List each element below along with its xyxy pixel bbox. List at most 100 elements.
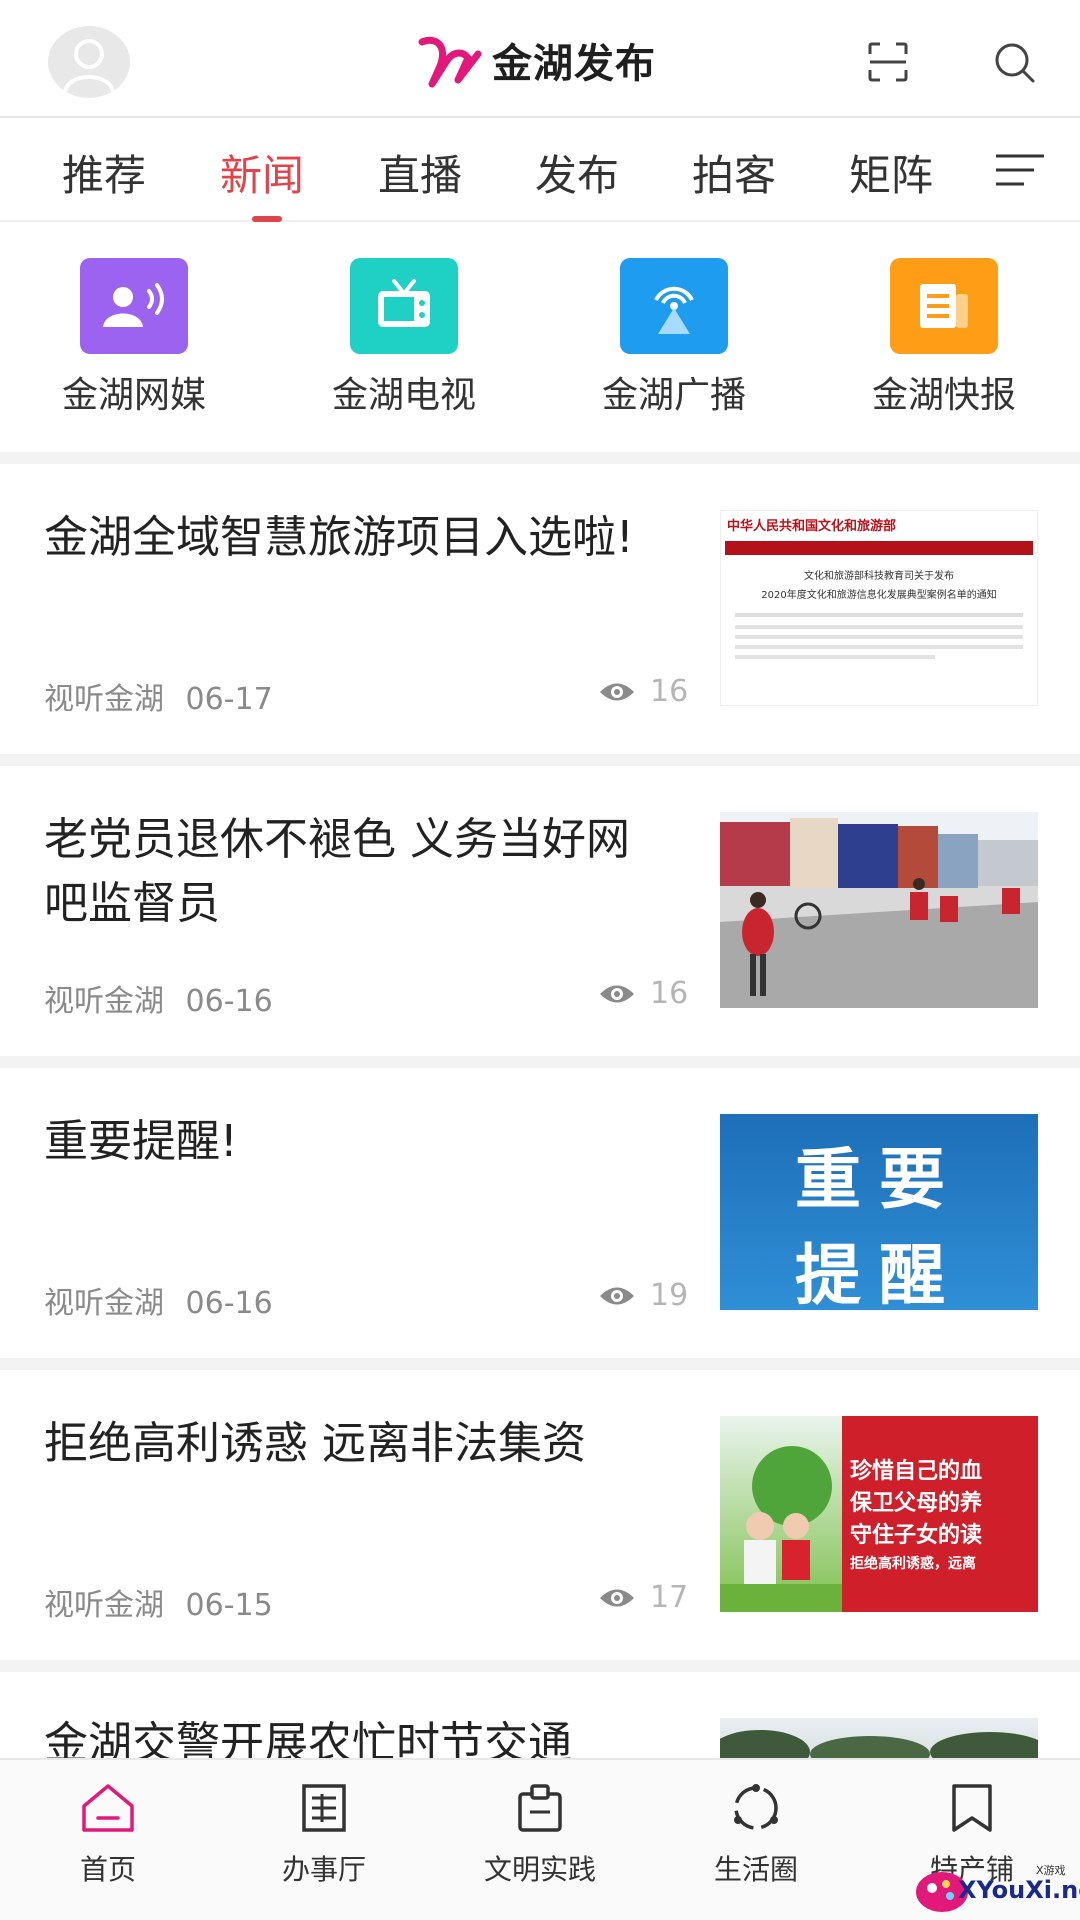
nav-label: 生活圈: [713, 1853, 798, 1886]
news-item[interactable]: 老党员退休不褪色 义务当好网吧监督员 视听金湖 06-16 16: [0, 766, 1080, 1056]
news-views: 16: [598, 674, 688, 709]
app-logo: 金湖发布: [418, 30, 656, 90]
news-item[interactable]: 拒绝高利诱惑 远离非法集资 视听金湖 06-15 17 珍惜自己的血 保卫父母的…: [0, 1370, 1080, 1660]
watermark-small-text: X游戏: [1036, 1864, 1066, 1877]
thumb-line: 重要: [795, 1140, 963, 1218]
news-date: 06-15: [185, 1588, 273, 1623]
news-title[interactable]: 金湖交警开展农忙时节交通: [44, 1712, 664, 1758]
quick-entry-express[interactable]: 金湖快报: [844, 258, 1044, 418]
section-divider: [0, 1358, 1080, 1370]
section-divider: [0, 1056, 1080, 1068]
quick-entry-label: 金湖电视: [331, 375, 476, 416]
tab-matrix[interactable]: 矩阵: [849, 142, 933, 203]
nav-service-hall[interactable]: 办事厅: [244, 1782, 404, 1888]
news-meta: 视听金湖 06-17: [44, 674, 273, 718]
nav-label: 办事厅: [281, 1853, 366, 1886]
thumb-nav-bar: [725, 541, 1033, 555]
avatar-icon[interactable]: [48, 26, 130, 98]
news-meta: 视听金湖 06-15: [44, 1580, 273, 1624]
thumb-line: 保卫父母的养: [850, 1491, 983, 1516]
app-name: 金湖发布: [492, 41, 656, 87]
thumb-line: 文化和旅游部科技教育司关于发布: [804, 571, 954, 582]
eye-icon: [600, 683, 634, 700]
news-item[interactable]: 金湖交警开展农忙时节交通: [0, 1672, 1080, 1758]
thumb-line: 守住子女的读: [850, 1523, 983, 1548]
news-item[interactable]: 金湖全域智慧旅游项目入选啦! 视听金湖 06-17 16 中华人民共和国文化和旅…: [0, 464, 1080, 754]
news-thumbnail[interactable]: 珍惜自己的血 保卫父母的养 守住子女的读 拒绝高利诱惑，远离: [720, 1416, 1038, 1612]
thumb-slogan: 珍惜自己的血 保卫父母的养 守住子女的读 拒绝高利诱惑，远离: [850, 1456, 982, 1576]
news-thumbnail[interactable]: 重要 提醒: [720, 1114, 1038, 1310]
tab-recommend[interactable]: 推荐: [62, 142, 146, 203]
tab-live[interactable]: 直播: [378, 142, 462, 203]
nav-life-circle[interactable]: 生活圈: [676, 1782, 836, 1888]
thumb-line: 拒绝高利诱惑，远离: [850, 1556, 976, 1572]
quick-entry-grid: 金湖网媒 金湖电视 金湖广播 金湖快报: [0, 222, 1080, 452]
news-thumbnail[interactable]: [720, 1718, 1038, 1758]
news-meta: 视听金湖 06-16: [44, 1278, 273, 1322]
eye-icon: [600, 1589, 634, 1606]
street-photo: [720, 812, 1038, 1008]
tab-news[interactable]: 新闻: [220, 142, 304, 203]
family-photo: [720, 1416, 842, 1612]
eye-icon: [600, 985, 634, 1002]
section-divider: [0, 754, 1080, 766]
nav-label: 文明实践: [483, 1853, 596, 1886]
thumb-line: 珍惜自己的血: [850, 1459, 983, 1484]
tab-paike[interactable]: 拍客: [692, 142, 776, 203]
news-views: 16: [598, 976, 688, 1011]
logo-mark-icon: [418, 36, 482, 88]
newspaper-icon: [890, 258, 998, 354]
news-thumbnail[interactable]: 中华人民共和国文化和旅游部 文化和旅游部科技教育司关于发布 2020年度文化和旅…: [720, 510, 1038, 706]
menu-icon[interactable]: [994, 150, 1046, 190]
news-thumbnail[interactable]: [720, 812, 1038, 1008]
quick-entry-radio[interactable]: 金湖广播: [574, 258, 774, 418]
thumb-heading: 中华人民共和国文化和旅游部: [727, 519, 897, 534]
news-item[interactable]: 重要提醒! 视听金湖 06-16 19 重要 提醒: [0, 1068, 1080, 1358]
news-date: 06-17: [185, 682, 273, 717]
scan-icon[interactable]: [866, 40, 910, 84]
section-divider: [0, 1660, 1080, 1672]
document-icon: [302, 1784, 346, 1832]
news-title[interactable]: 重要提醒!: [44, 1110, 664, 1174]
quick-entry-label: 金湖快报: [871, 375, 1016, 416]
news-title[interactable]: 金湖全域智慧旅游项目入选啦!: [44, 506, 664, 570]
view-count: 17: [650, 1580, 689, 1615]
news-views: 17: [598, 1580, 688, 1615]
view-count: 16: [650, 976, 689, 1011]
news-source: 视听金湖: [44, 984, 164, 1019]
quick-entry-label: 金湖广播: [601, 375, 746, 416]
news-date: 06-16: [185, 984, 273, 1019]
section-divider: [0, 452, 1080, 464]
news-source: 视听金湖: [44, 1588, 164, 1623]
news-source: 视听金湖: [44, 682, 164, 717]
bookmark-icon: [952, 1784, 992, 1832]
clipboard-icon: [518, 1784, 562, 1832]
home-icon: [82, 1784, 134, 1832]
quick-entry-tv[interactable]: 金湖电视: [304, 258, 504, 418]
radio-tower-icon: [620, 258, 728, 354]
news-views: 19: [598, 1278, 688, 1313]
nav-civilization[interactable]: 文明实践: [460, 1782, 620, 1888]
news-title[interactable]: 老党员退休不褪色 义务当好网吧监督员: [44, 808, 664, 936]
top-header: 金湖发布: [0, 0, 1080, 118]
channel-tabs: 推荐 新闻 直播 发布 拍客 矩阵: [0, 120, 1080, 222]
circle-nodes-icon: [734, 1784, 778, 1830]
nav-label: 首页: [79, 1853, 136, 1886]
thumb-line: 2020年度文化和旅游信息化发展典型案例名单的通知: [761, 590, 997, 601]
tab-publish[interactable]: 发布: [535, 142, 619, 203]
tv-icon: [350, 258, 458, 354]
thumb-line: 提醒: [795, 1236, 963, 1310]
news-source: 视听金湖: [44, 1286, 164, 1321]
eye-icon: [600, 1287, 634, 1304]
watermark-text: XYouXi.net: [958, 1876, 1080, 1904]
quick-entry-wangmei[interactable]: 金湖网媒: [34, 258, 234, 418]
nav-home[interactable]: 首页: [28, 1782, 188, 1888]
news-date: 06-16: [185, 1286, 273, 1321]
quick-entry-label: 金湖网媒: [61, 375, 206, 416]
view-count: 19: [650, 1278, 689, 1313]
search-icon[interactable]: [992, 40, 1036, 84]
view-count: 16: [650, 674, 689, 709]
news-title[interactable]: 拒绝高利诱惑 远离非法集资: [44, 1412, 664, 1476]
broadcast-person-icon: [80, 258, 188, 354]
news-meta: 视听金湖 06-16: [44, 976, 273, 1020]
